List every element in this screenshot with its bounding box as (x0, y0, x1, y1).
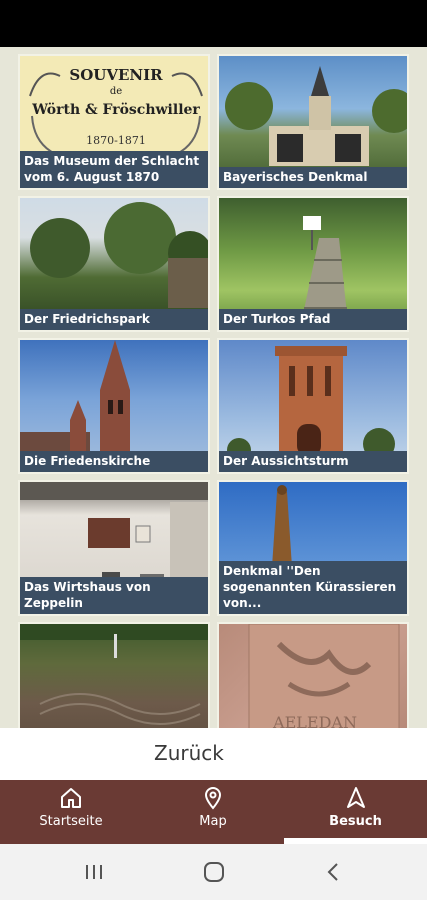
nav-besuch[interactable]: Besuch (284, 780, 427, 844)
home-icon (61, 788, 81, 808)
tile-stone-relief[interactable]: AELEDAN (217, 622, 409, 728)
tile-grave-field[interactable] (18, 622, 210, 728)
tile-caption: Die Friedenskirche (20, 451, 208, 472)
tile-caption: Das Museum der Schlacht vom 6. August 18… (20, 151, 208, 188)
souvenir-place-text: Wörth & Fröschwiller (31, 102, 200, 118)
grave-field-image (20, 624, 208, 728)
tile-caption: Der Turkos Pfad (219, 309, 407, 330)
nav-startseite[interactable]: Startseite (0, 780, 142, 844)
tile-caption: Das Wirtshaus von Zeppelin (20, 577, 208, 614)
navigation-arrow-icon (346, 787, 365, 808)
attractions-grid-view[interactable]: SOUVENIR de Wörth & Fröschwiller 1870-18… (0, 47, 427, 728)
souvenir-de-text: de (110, 86, 122, 97)
bottom-navigation: Startseite Map Besuch (0, 780, 427, 844)
souvenir-years-text: 1870-1871 (86, 134, 146, 147)
tile-caption: Der Aussichtsturm (219, 451, 407, 472)
status-bar (0, 0, 427, 47)
tile-friedenskirche[interactable]: Die Friedenskirche (18, 338, 210, 474)
tile-museum[interactable]: SOUVENIR de Wörth & Fröschwiller 1870-18… (18, 54, 210, 190)
back-bar: Zurück (0, 728, 427, 780)
nav-label: Besuch (329, 814, 382, 829)
tile-caption: Denkmal ''Den sogenannten Kürassieren vo… (219, 561, 407, 614)
tile-turkos-pfad[interactable]: Der Turkos Pfad (217, 196, 409, 332)
tile-aussichtsturm[interactable]: Der Aussichtsturm (217, 338, 409, 474)
map-pin-icon (204, 787, 222, 810)
tile-denkmal-kuerassiere[interactable]: Denkmal ''Den sogenannten Kürassieren vo… (217, 480, 409, 616)
nav-label: Startseite (39, 814, 103, 829)
tile-caption: Der Friedrichspark (20, 309, 208, 330)
system-navigation-bar (0, 844, 427, 900)
tile-wirtshaus-zeppelin[interactable]: Das Wirtshaus von Zeppelin (18, 480, 210, 616)
stone-relief-image: AELEDAN (219, 624, 407, 728)
tile-caption: Bayerisches Denkmal (219, 167, 407, 188)
nav-label: Map (199, 814, 227, 829)
recent-apps-icon[interactable] (80, 858, 108, 886)
tile-friedrichspark[interactable]: Der Friedrichspark (18, 196, 210, 332)
relief-text: AELEDAN (272, 713, 357, 728)
nav-map[interactable]: Map (142, 780, 284, 844)
tile-bayerisches-denkmal[interactable]: Bayerisches Denkmal (217, 54, 409, 190)
home-button-icon[interactable] (200, 858, 228, 886)
souvenir-title-text: SOUVENIR (69, 66, 163, 84)
back-arrow-icon[interactable] (320, 858, 348, 886)
back-button[interactable]: Zurück (154, 741, 224, 765)
